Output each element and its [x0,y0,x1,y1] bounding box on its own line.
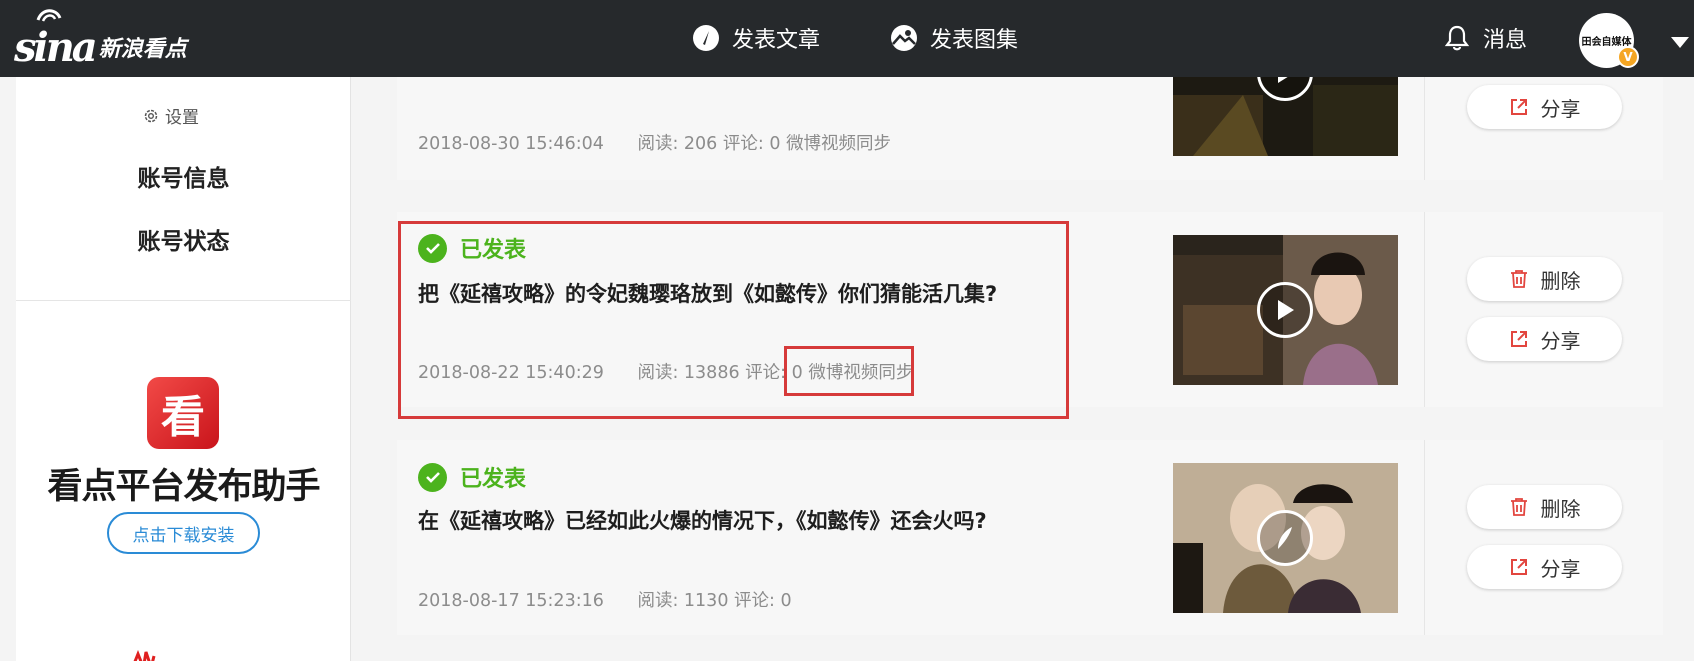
post-title[interactable]: 在《延禧攻略》已经如此火爆的情况下，《如懿传》还会火吗? [418,505,987,535]
post-card: 已发表 在《延禧攻略》已经如此火爆的情况下，《如懿传》还会火吗? 2018-08… [397,440,1663,635]
sina-eye-icon [36,9,62,22]
sidebar: 设置 账号信息 账号状态 看 看点平台发布助手 点击下载安装 [16,77,351,661]
verified-badge: V [1617,46,1639,68]
post-source: 微博视频同步 [786,134,892,154]
share-icon [1509,97,1529,117]
post-date: 2018-08-30 15:46:04 [418,134,604,154]
share-label: 分享 [1540,556,1581,581]
kandian-app-icon: 看 [147,377,219,449]
post-thumbnail[interactable] [1173,235,1398,385]
sidebar-item-account-info[interactable]: 账号信息 [16,159,351,193]
partial-logo-icon [116,649,172,661]
delete-button[interactable]: 删除 [1467,485,1622,529]
post-meta: 2018-08-30 15:46:04 阅读: 206 评论: 0 微博视频同步 [418,130,891,155]
publish-article-link[interactable]: 发表文章 [692,20,820,56]
messages-link[interactable]: 消息 [1443,20,1527,56]
publish-gallery-link[interactable]: 发表图集 [890,20,1018,56]
delete-label: 删除 [1540,496,1581,521]
settings-label: 设置 [165,108,199,128]
post-stats: 阅读: 1130 评论: 0 [637,591,792,611]
publish-gallery-label: 发表图集 [930,28,1019,53]
trash-icon [1509,269,1529,289]
post-thumbnail[interactable] [1173,463,1398,613]
status-badge: 已发表 [418,461,526,493]
sidebar-item-account-status[interactable]: 账号状态 [16,222,351,256]
image-gallery-icon [890,24,918,52]
share-label: 分享 [1540,96,1581,121]
compass-pen-icon [692,24,720,52]
brand-name: 新浪看点 [98,37,187,62]
chevron-down-icon[interactable] [1671,37,1689,48]
delete-button[interactable]: 删除 [1467,257,1622,301]
publish-article-label: 发表文章 [732,28,821,53]
highlight-source-box [784,346,914,396]
post-meta: 2018-08-17 15:23:16 阅读: 1130 评论: 0 [418,587,792,612]
top-navigation-bar: sina 新浪看点 发表文章 发表图集 消息 田会自媒体 V [0,0,1694,77]
trash-icon [1509,497,1529,517]
download-install-button[interactable]: 点击下载安装 [107,512,260,554]
sidebar-divider [16,300,351,301]
sina-logo[interactable]: sina 新浪看点 [14,8,187,68]
settings-link[interactable]: 设置 [143,103,199,128]
play-icon[interactable] [1257,282,1313,338]
share-button[interactable]: 分享 [1467,85,1622,129]
quill-icon[interactable] [1257,510,1313,566]
delete-label: 删除 [1540,268,1581,293]
share-icon [1509,329,1529,349]
post-stats: 阅读: 206 评论: 0 [637,134,781,154]
bell-icon [1443,24,1471,52]
check-circle-icon [418,462,447,492]
sina-wordmark: sina [14,24,98,71]
promo-title: 看点平台发布助手 [47,467,320,507]
status-label: 已发表 [460,467,527,492]
actions-divider [1424,440,1425,635]
share-button[interactable]: 分享 [1467,545,1622,589]
actions-divider [1424,212,1425,407]
gear-icon [144,109,158,122]
highlight-box [398,221,1069,419]
share-icon [1509,557,1529,577]
messages-label: 消息 [1483,28,1528,53]
share-button[interactable]: 分享 [1467,317,1622,361]
post-date: 2018-08-17 15:23:16 [418,591,604,611]
share-label: 分享 [1540,328,1581,353]
